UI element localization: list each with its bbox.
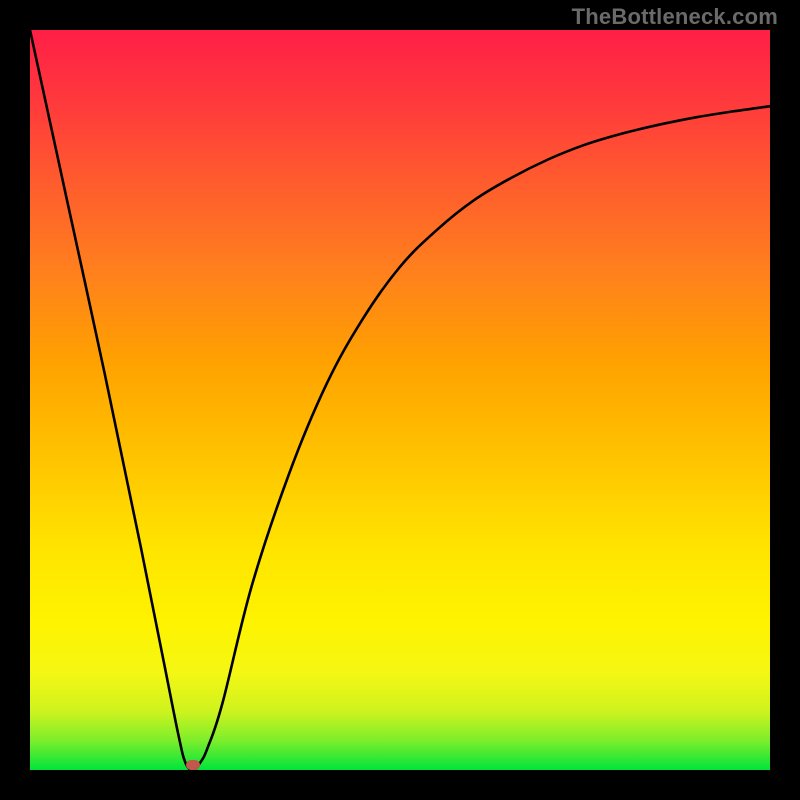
optimal-marker xyxy=(186,760,200,770)
bottleneck-curve xyxy=(30,30,770,770)
attribution-label: TheBottleneck.com xyxy=(572,4,778,30)
chart-frame: TheBottleneck.com xyxy=(0,0,800,800)
plot-area xyxy=(30,30,770,770)
